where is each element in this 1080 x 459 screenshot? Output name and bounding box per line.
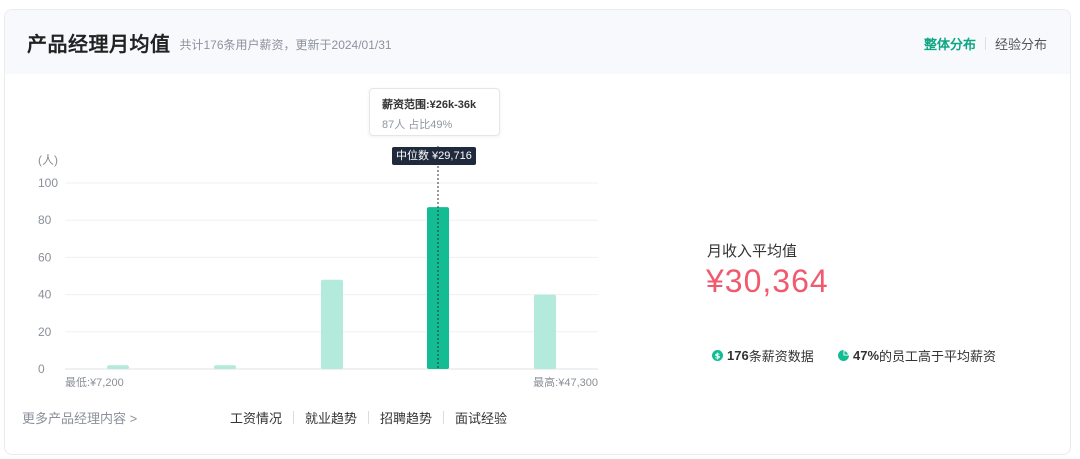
y-tick-label: 60 <box>38 250 52 264</box>
bar-tooltip: 薪资范围:¥26k-36k 87人 占比49% <box>369 88 500 136</box>
pie-chart-icon <box>838 350 849 361</box>
footer-divider <box>293 411 295 424</box>
dollar-coin-icon: $ <box>712 350 723 361</box>
x-max-label: 最高:¥47,300 <box>533 375 598 389</box>
link-interview-experience[interactable]: 面试经验 <box>455 408 507 427</box>
link-salary-status[interactable]: 工资情况 <box>230 408 282 427</box>
y-tick-label: 20 <box>38 325 52 339</box>
footer-links: 工资情况 就业趋势 招聘趋势 面试经验 <box>230 408 507 427</box>
footer-divider <box>443 411 445 424</box>
chart-bar <box>321 279 343 369</box>
above-average-pct: 47% <box>853 348 880 363</box>
x-min-label: 最低:¥7,200 <box>65 376 124 389</box>
link-employment-trend[interactable]: 就业趋势 <box>305 408 357 427</box>
y-tick-label: 0 <box>38 362 45 376</box>
salary-count-value: 176 <box>727 348 749 363</box>
salary-bar-chart: (人) 0 20 40 60 80 100 最低:¥7,200 最高:¥47,300 <box>38 146 598 389</box>
y-axis-unit-label: (人) <box>38 153 58 167</box>
median-tag: 中位数 ¥29,716 <box>392 147 476 165</box>
above-average-text: 的员工高于平均薪资 <box>879 349 997 364</box>
tab-experience-distribution[interactable]: 经验分布 <box>995 34 1047 53</box>
stat-above-average: 47% 的员工高于平均薪资 <box>838 346 996 365</box>
average-label: 月收入平均值 <box>707 243 798 260</box>
svg-text:$: $ <box>715 350 721 360</box>
y-tick-label: 40 <box>38 288 52 302</box>
more-content-link[interactable]: 更多产品经理内容 > <box>22 408 137 427</box>
average-value: ¥30,364 <box>706 263 829 299</box>
chart-bar <box>534 294 556 369</box>
chart-bar <box>107 365 129 369</box>
tooltip-salary-range: 薪资范围:¥26k-36k <box>382 99 477 111</box>
tab-divider <box>984 37 986 50</box>
stat-salary-count: $ 176 条薪资数据 <box>712 346 814 365</box>
page-title: 产品经理月均值 <box>27 33 171 56</box>
distribution-tabs: 整体分布 经验分布 <box>924 34 1047 53</box>
tab-overall-distribution[interactable]: 整体分布 <box>924 34 976 53</box>
chart-bar <box>214 365 236 369</box>
y-tick-label: 100 <box>38 176 58 190</box>
footer-divider <box>368 411 370 424</box>
salary-count-text: 条薪资数据 <box>748 349 814 364</box>
y-tick-label: 80 <box>38 213 52 227</box>
link-recruitment-trend[interactable]: 招聘趋势 <box>380 408 432 427</box>
card-header: 产品经理月均值 共计176条用户薪资，更新于2024/01/31 整体分布 经验… <box>5 10 1070 74</box>
page-subtitle: 共计176条用户薪资，更新于2024/01/31 <box>179 37 392 52</box>
tooltip-count-share: 87人 占比49% <box>382 119 453 131</box>
